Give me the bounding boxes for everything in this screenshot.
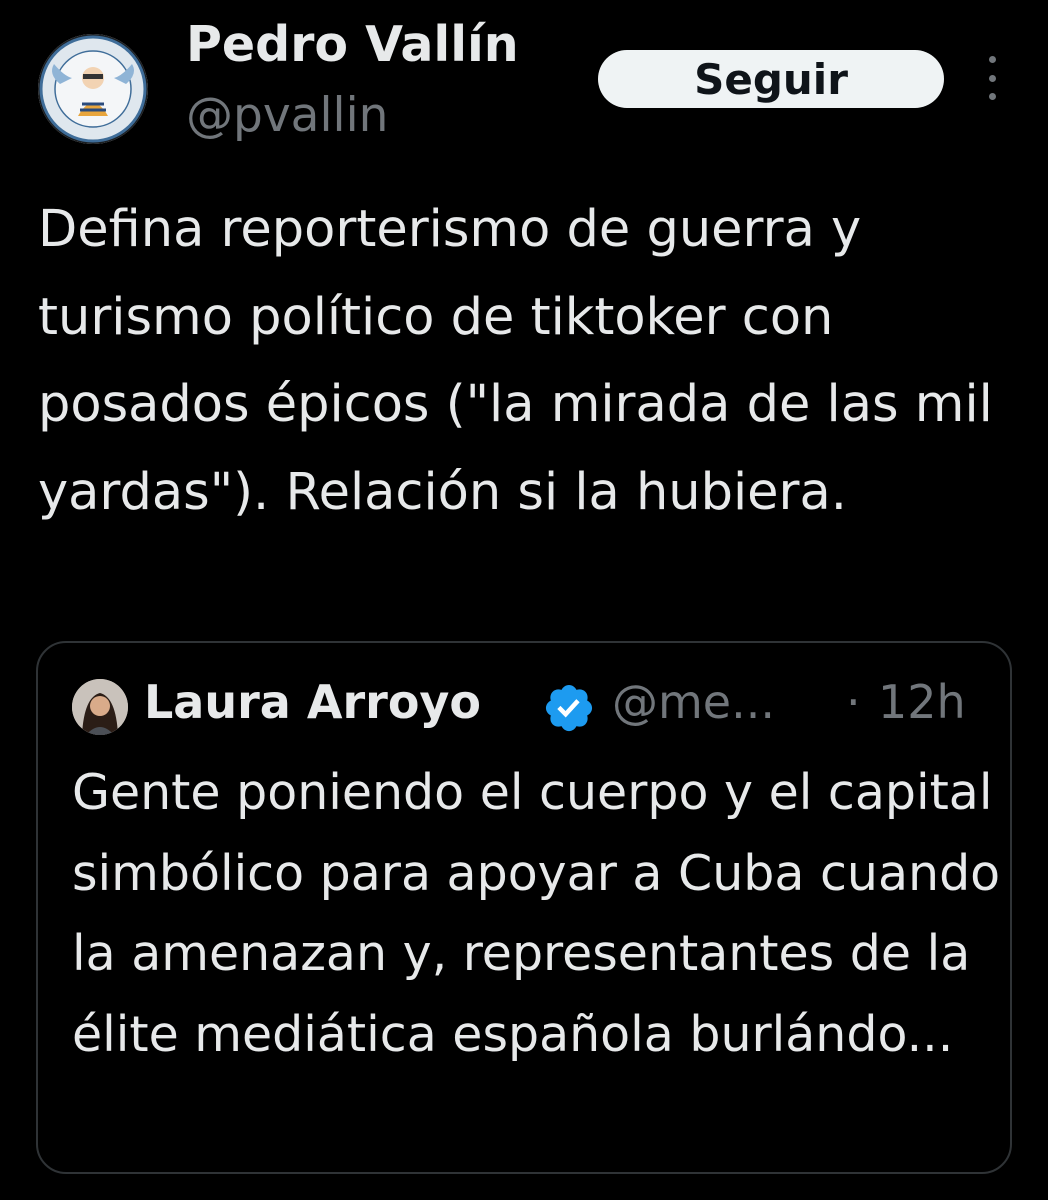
quoted-author-avatar[interactable]	[72, 679, 128, 735]
author-avatar[interactable]	[38, 34, 148, 144]
more-dot	[988, 74, 996, 82]
quoted-tweet[interactable]: Laura Arroyo @me... · 12h Gente poniendo…	[36, 641, 1012, 1174]
author-name[interactable]: Pedro Vallín	[186, 16, 519, 73]
separator-dot: ·	[846, 675, 861, 729]
author-handle[interactable]: @pvallin	[186, 88, 388, 143]
verified-badge-icon	[545, 684, 593, 732]
tweet-text: Defina reporterismo de guerra y turismo …	[38, 200, 993, 522]
author-avatar-image	[39, 35, 147, 143]
quoted-author-name[interactable]: Laura Arroyo	[144, 675, 481, 729]
follow-button[interactable]: Seguir	[598, 50, 944, 108]
quoted-tweet-text: Gente poniendo el cuerpo y el capital si…	[72, 764, 1001, 1063]
more-options-icon[interactable]	[980, 56, 1004, 100]
quoted-author-handle[interactable]: @me...	[612, 675, 775, 729]
quoted-timestamp[interactable]: 12h	[878, 675, 966, 729]
more-dot	[988, 56, 996, 63]
quoted-author-avatar-image	[72, 679, 128, 735]
more-dot	[988, 93, 996, 100]
